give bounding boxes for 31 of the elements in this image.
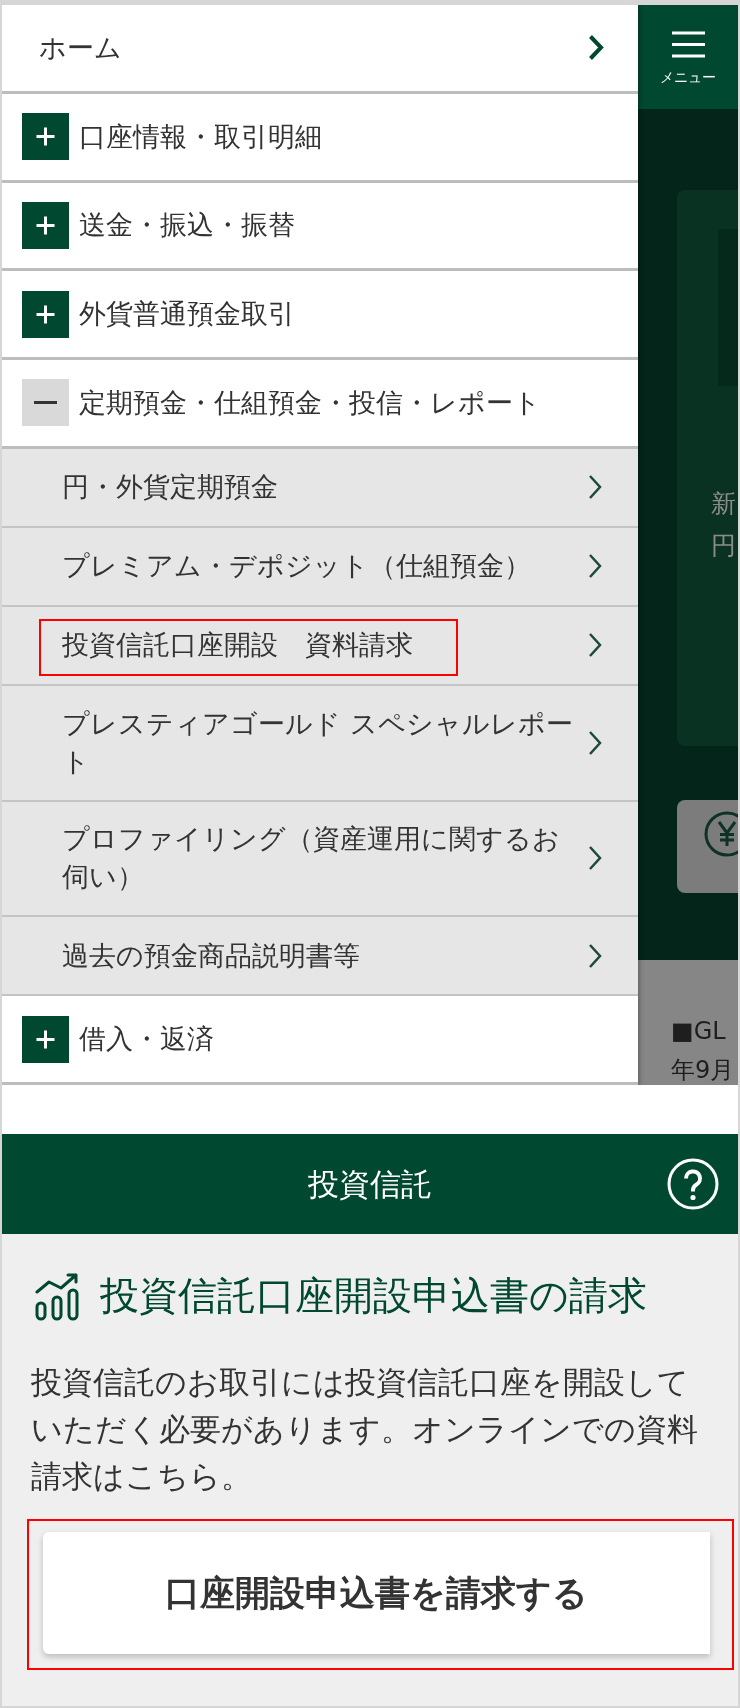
chevron-right-icon (588, 942, 602, 969)
chevron-right-icon (588, 632, 602, 659)
menu-icon (671, 31, 705, 58)
submenu-item[interactable]: プレミアム・デポジット（仕組預金） (2, 527, 638, 607)
submenu-item[interactable]: プロファイリング（資産運用に関するお伺い） (2, 801, 638, 918)
menu-item[interactable]: 借入・返済 (2, 996, 638, 1085)
card-text: 円 (711, 530, 736, 562)
menu-button[interactable]: メニュー (638, 5, 738, 109)
chevron-right-icon (588, 729, 602, 756)
section-title: 投資信託 (308, 1165, 432, 1204)
bar-chart-trend-icon (35, 1271, 79, 1321)
submenu-item[interactable]: 円・外貨定期預金 (2, 448, 638, 528)
chevron-right-icon (588, 553, 602, 580)
submenu-item[interactable]: 投資信託口座開設 資料請求 (2, 606, 638, 686)
section-heading: 投資信託口座開設申込書の請求 (100, 1272, 647, 1320)
help-icon[interactable] (667, 1158, 719, 1210)
news-text: ■GL (671, 1016, 726, 1047)
request-button[interactable]: 口座開設申込書を請求する (43, 1532, 710, 1654)
news-text: 年9月 (671, 1055, 735, 1085)
chevron-right-icon (588, 474, 602, 501)
submenu-item[interactable]: 過去の預金商品説明書等 (2, 917, 638, 997)
chevron-right-icon (588, 34, 604, 62)
description-text: 投資信託のお取引には投資信託口座を開設していただく必要があります。オンラインでの資料請求はこちら。 (31, 1363, 699, 1496)
menu-item[interactable]: 口座情報・取引明細 (2, 93, 638, 183)
card-text: 新 (711, 488, 736, 520)
submenu-item[interactable]: プレスティアゴールド スペシャルレポート (2, 685, 638, 802)
menu-item[interactable]: 外貨普通預金取引 (2, 271, 638, 360)
menu-item[interactable]: 送金・振込・振替 (2, 182, 638, 272)
menu-item[interactable]: ホーム (2, 5, 638, 94)
menu-item[interactable]: 定期預金・仕組預金・投信・レポート (2, 360, 638, 449)
chevron-right-icon (588, 845, 602, 872)
